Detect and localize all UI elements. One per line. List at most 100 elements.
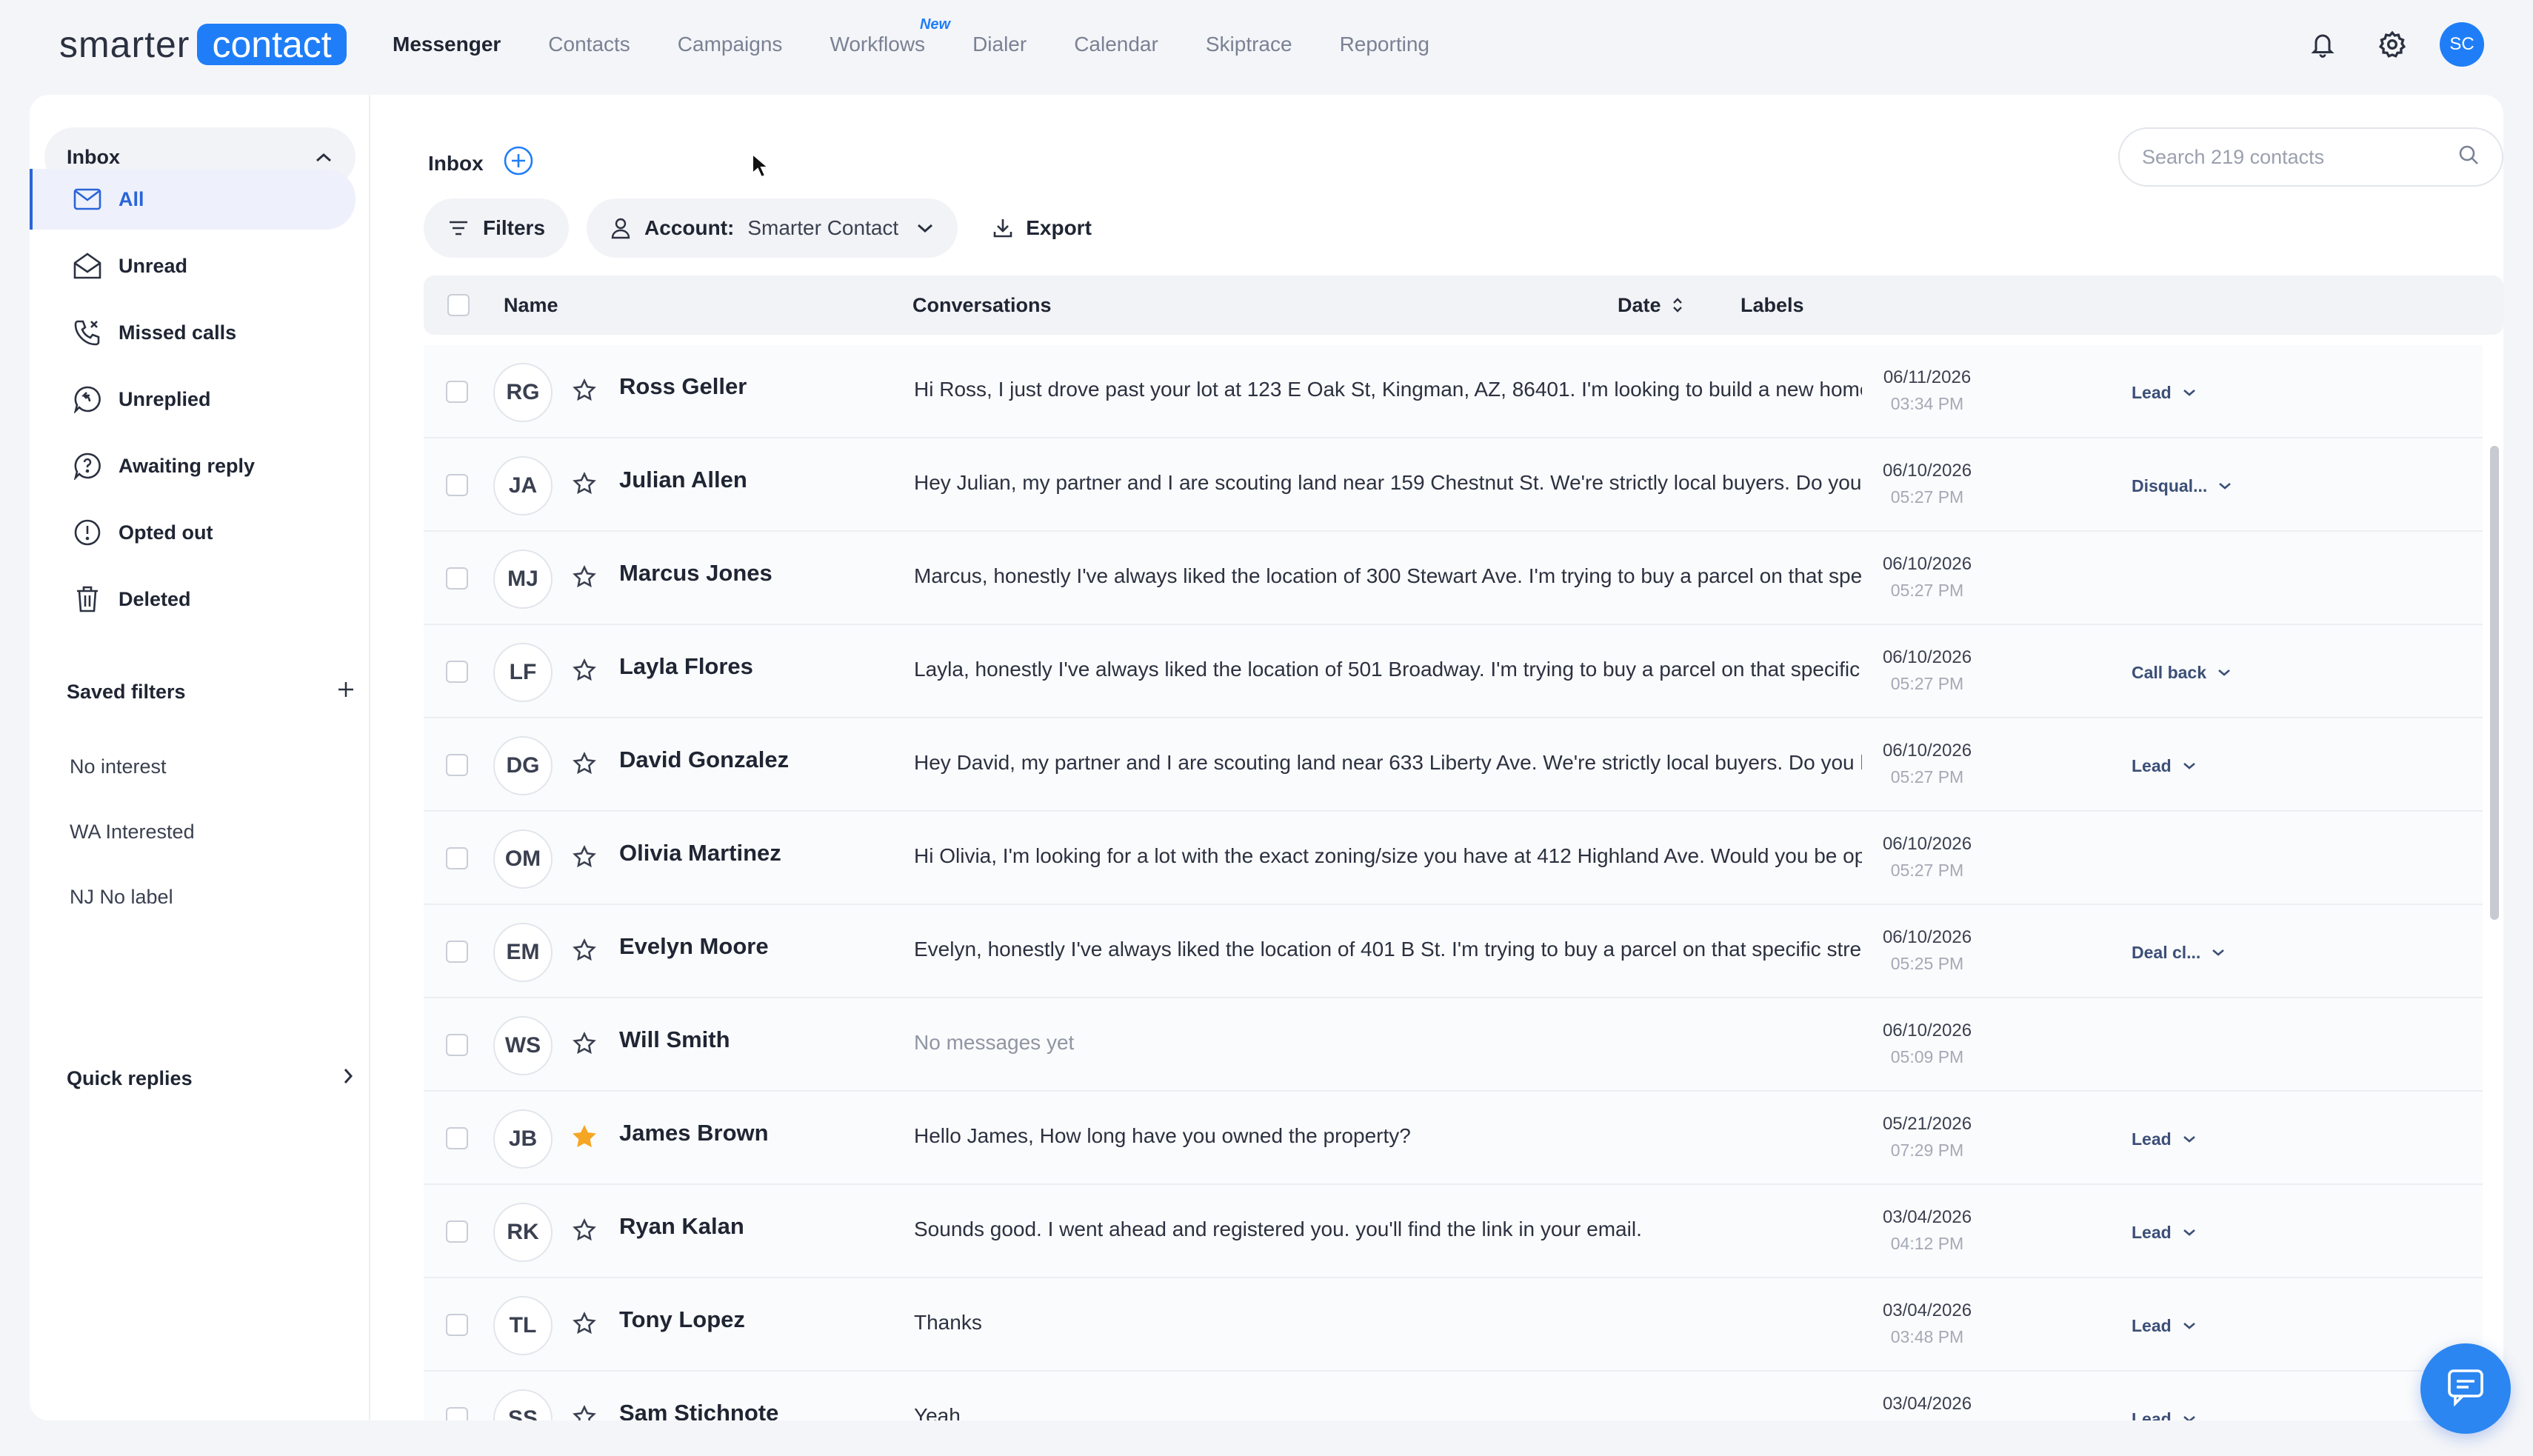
- filters-button[interactable]: Filters: [424, 198, 570, 258]
- saved-filter-item[interactable]: WA Interested: [70, 821, 195, 844]
- label-dropdown[interactable]: Call back: [2120, 656, 2243, 689]
- conversation-preview[interactable]: Hey Julian, my partner and I are scoutin…: [914, 471, 1862, 495]
- star-icon[interactable]: [572, 1404, 597, 1420]
- add-filter-icon[interactable]: [336, 680, 356, 704]
- scrollbar-thumb[interactable]: [2490, 446, 2499, 920]
- conversation-preview[interactable]: Layla, honestly I've always liked the lo…: [914, 658, 1862, 681]
- chat-support-button[interactable]: [2420, 1343, 2511, 1434]
- row-checkbox[interactable]: [446, 1220, 468, 1243]
- nav-reporting[interactable]: Reporting: [1340, 33, 1429, 56]
- star-icon[interactable]: [572, 378, 597, 407]
- conversation-row[interactable]: EM Evelyn Moore Evelyn, honestly I've alwa…: [424, 905, 2483, 998]
- nav-calendar[interactable]: Calendar: [1074, 33, 1158, 56]
- nav-workflows[interactable]: Workflows New: [830, 16, 950, 56]
- nav-contacts[interactable]: Contacts: [548, 33, 630, 56]
- star-icon[interactable]: [572, 658, 597, 687]
- conversation-preview[interactable]: Evelyn, honestly I've always liked the l…: [914, 938, 1862, 961]
- conversation-row[interactable]: JA Julian Allen Hey Julian, my partner and…: [424, 438, 2483, 532]
- quick-replies-toggle[interactable]: Quick replies: [67, 1063, 363, 1093]
- sidebar-item-deleted[interactable]: Deleted: [30, 569, 356, 630]
- sidebar-item-unreplied[interactable]: Unreplied: [30, 369, 356, 430]
- row-checkbox[interactable]: [446, 661, 468, 683]
- conversation-preview[interactable]: Hi Olivia, I'm looking for a lot with th…: [914, 844, 1862, 868]
- label-dropdown[interactable]: Lead: [2120, 376, 2209, 409]
- label-dropdown[interactable]: Lead: [2120, 1403, 2209, 1420]
- sidebar-item-opted-out[interactable]: Opted out: [30, 502, 356, 563]
- label-dropdown[interactable]: Lead: [2120, 749, 2209, 782]
- star-icon[interactable]: [572, 1218, 597, 1246]
- bell-icon[interactable]: [2300, 22, 2345, 67]
- sidebar-item-awaiting-reply[interactable]: Awaiting reply: [30, 435, 356, 496]
- sidebar-item-unread[interactable]: Unread: [30, 236, 356, 296]
- conversation-row[interactable]: SS Sam Stichnote Yeah 03/04/2026 Lead: [424, 1372, 2483, 1420]
- contact-name[interactable]: David Gonzalez: [619, 747, 789, 773]
- conversation-row[interactable]: LF Layla Flores Layla, honestly I've alway…: [424, 625, 2483, 718]
- star-icon[interactable]: [572, 844, 597, 873]
- row-checkbox[interactable]: [446, 754, 468, 776]
- star-icon[interactable]: [572, 471, 597, 500]
- search-contacts-input[interactable]: Search 219 contacts: [2118, 127, 2503, 187]
- conversation-row[interactable]: WS Will Smith No messages yet 06/10/2026 05:…: [424, 998, 2483, 1092]
- conversation-preview[interactable]: Hello James, How long have you owned the…: [914, 1124, 1862, 1148]
- star-icon[interactable]: [572, 1031, 597, 1060]
- conversation-row[interactable]: RG Ross Geller Hi Ross, I just drove past …: [424, 345, 2483, 438]
- gear-icon[interactable]: [2370, 22, 2414, 67]
- contact-name[interactable]: Tony Lopez: [619, 1306, 745, 1333]
- row-checkbox[interactable]: [446, 381, 468, 403]
- row-checkbox[interactable]: [446, 567, 468, 590]
- contact-name[interactable]: Sam Stichnote: [619, 1400, 778, 1420]
- column-name[interactable]: Name: [504, 294, 558, 317]
- label-dropdown[interactable]: Disqual...: [2120, 470, 2244, 502]
- star-icon[interactable]: [572, 751, 597, 780]
- row-checkbox[interactable]: [446, 1314, 468, 1336]
- brand-logo[interactable]: smarter contact: [59, 24, 347, 65]
- nav-dialer[interactable]: Dialer: [972, 33, 1027, 56]
- sidebar-item-missed-calls[interactable]: Missed calls: [30, 302, 356, 363]
- row-checkbox[interactable]: [446, 1034, 468, 1056]
- label-dropdown[interactable]: Lead: [2120, 1123, 2209, 1155]
- contact-name[interactable]: Layla Flores: [619, 653, 753, 680]
- conversation-row[interactable]: RK Ryan Kalan Sounds good. I went ahead an…: [424, 1185, 2483, 1278]
- nav-campaigns[interactable]: Campaigns: [678, 33, 783, 56]
- column-date[interactable]: Date: [1618, 294, 1683, 317]
- conversation-row[interactable]: JB James Brown Hello James, How long have …: [424, 1092, 2483, 1185]
- nav-skiptrace[interactable]: Skiptrace: [1206, 33, 1292, 56]
- contact-name[interactable]: Will Smith: [619, 1026, 730, 1053]
- account-selector[interactable]: Account: Smarter Contact: [587, 198, 958, 258]
- contact-name[interactable]: Marcus Jones: [619, 560, 772, 587]
- row-checkbox[interactable]: [446, 847, 468, 869]
- row-checkbox[interactable]: [446, 941, 468, 963]
- label-dropdown[interactable]: Lead: [2120, 1309, 2209, 1342]
- conversation-preview[interactable]: Sounds good. I went ahead and registered…: [914, 1218, 1862, 1241]
- row-checkbox[interactable]: [446, 1407, 468, 1420]
- conversation-preview[interactable]: No messages yet: [914, 1031, 1862, 1055]
- select-all-checkbox[interactable]: [447, 294, 470, 316]
- label-dropdown[interactable]: Lead: [2120, 1216, 2209, 1249]
- saved-filter-item[interactable]: No interest: [70, 755, 167, 778]
- contact-name[interactable]: Ross Geller: [619, 373, 747, 400]
- star-filled-icon[interactable]: [572, 1124, 597, 1153]
- scrollbar[interactable]: [2489, 345, 2499, 1420]
- star-icon[interactable]: [572, 938, 597, 966]
- contact-name[interactable]: Ryan Kalan: [619, 1213, 744, 1240]
- add-circle-icon[interactable]: [503, 145, 534, 181]
- contact-name[interactable]: Evelyn Moore: [619, 933, 769, 960]
- row-checkbox[interactable]: [446, 1127, 468, 1149]
- conversation-preview[interactable]: Yeah: [914, 1404, 1862, 1420]
- nav-messenger[interactable]: Messenger: [393, 33, 501, 56]
- star-icon[interactable]: [572, 564, 597, 593]
- sidebar-item-all[interactable]: All: [30, 169, 356, 230]
- conversation-row[interactable]: MJ Marcus Jones Marcus, honestly I've alwa…: [424, 532, 2483, 625]
- contact-name[interactable]: James Brown: [619, 1120, 769, 1146]
- conversation-row[interactable]: TL Tony Lopez Thanks 03/04/2026 03:48 PM Lead: [424, 1278, 2483, 1372]
- star-icon[interactable]: [572, 1311, 597, 1340]
- conversation-preview[interactable]: Marcus, honestly I've always liked the l…: [914, 564, 1862, 588]
- sort-icon[interactable]: [1672, 296, 1683, 314]
- conversation-preview[interactable]: Thanks: [914, 1311, 1862, 1335]
- label-dropdown[interactable]: Deal cl...: [2120, 936, 2237, 969]
- saved-filter-item[interactable]: NJ No label: [70, 886, 173, 909]
- contact-name[interactable]: Julian Allen: [619, 467, 747, 493]
- search-icon[interactable]: [2457, 144, 2480, 171]
- conversation-row[interactable]: DG David Gonzalez Hey David, my partner an…: [424, 718, 2483, 812]
- row-checkbox[interactable]: [446, 474, 468, 496]
